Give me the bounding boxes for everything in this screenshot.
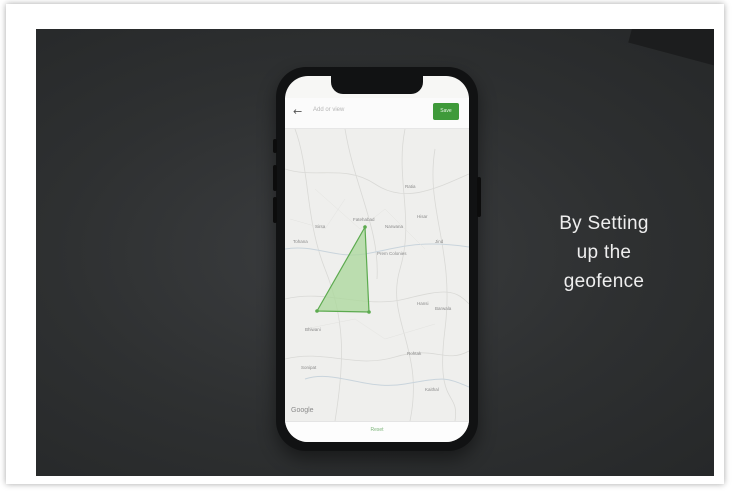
map-label: Bhiwani <box>305 327 321 332</box>
save-button[interactable]: Save <box>433 103 459 120</box>
phone-screen: ← Add or view Save Sirsa Fatehabad Hisar… <box>285 76 469 442</box>
map-label: Hansi <box>417 301 429 306</box>
map-label: Ratia <box>405 184 416 189</box>
arrow-left-icon[interactable]: ← <box>293 105 302 119</box>
map-label: Jind <box>435 239 444 244</box>
search-input[interactable]: Add or view <box>313 107 344 113</box>
map-label: Tohana <box>293 239 308 244</box>
image-frame: ← Add or view Save Sirsa Fatehabad Hisar… <box>6 4 724 484</box>
road <box>285 168 469 195</box>
caption-line-1: By Setting <box>559 213 649 234</box>
map-label: Barwala <box>435 306 452 311</box>
road <box>285 350 469 362</box>
map-label: Prem Colonies <box>377 251 407 256</box>
power-button <box>477 177 481 217</box>
caption-line-3: geofence <box>563 271 645 292</box>
google-logo: Google <box>291 407 314 414</box>
map-label: Rohtak <box>407 351 422 356</box>
map-view[interactable]: Sirsa Fatehabad Hisar Ratia Tohana Narwa… <box>285 128 469 422</box>
phone-notch <box>331 76 423 94</box>
road <box>285 291 469 305</box>
reset-button[interactable]: Reset <box>285 427 469 433</box>
mute-switch <box>273 139 277 153</box>
background-object <box>628 29 714 74</box>
map-label: Narwana <box>385 224 404 229</box>
caption-line-2: up the <box>576 242 632 263</box>
map-label: Sirsa <box>315 224 326 229</box>
caption: By Setting up the geofence <box>524 209 684 296</box>
map-label: Fatehabad <box>353 217 375 222</box>
smartphone: ← Add or view Save Sirsa Fatehabad Hisar… <box>273 67 481 451</box>
road <box>396 128 414 422</box>
geofence-vertex[interactable] <box>363 225 367 229</box>
geofence-vertex[interactable] <box>367 310 371 314</box>
geofence-vertex[interactable] <box>315 309 319 313</box>
volume-down-button <box>273 197 277 223</box>
photo-scene: ← Add or view Save Sirsa Fatehabad Hisar… <box>36 29 714 476</box>
map-canvas <box>285 128 469 422</box>
bottom-bar: Reset <box>285 421 469 442</box>
map-label: Hisar <box>417 214 428 219</box>
map-label: Kaithal <box>425 387 439 392</box>
road <box>304 318 436 340</box>
app-bar: ← Add or view Save <box>285 98 469 129</box>
volume-up-button <box>273 165 277 191</box>
map-label: Sonipat <box>301 365 317 370</box>
